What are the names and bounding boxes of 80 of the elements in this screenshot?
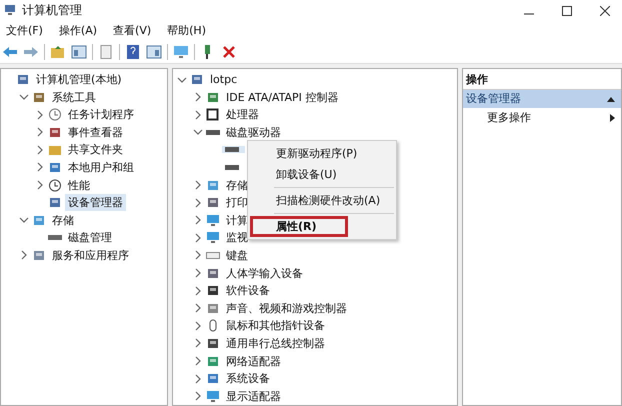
menu-item[interactable]: 帮助(H) <box>167 22 206 38</box>
device-icon <box>206 178 220 192</box>
device-icon <box>48 160 62 174</box>
device-icon <box>206 372 220 386</box>
device-icon <box>32 90 46 104</box>
device-icon <box>206 354 220 368</box>
drive-icon <box>225 164 239 170</box>
device-icon <box>206 196 220 210</box>
tree-item[interactable]: 网络适配器 <box>223 352 284 370</box>
tree-item[interactable]: 处理器 <box>223 106 262 124</box>
monitor-icon <box>206 390 220 403</box>
clock-icon <box>48 178 62 192</box>
app-icon <box>4 4 16 16</box>
tree-item[interactable]: 通用串行总线控制器 <box>223 334 328 352</box>
pane-icon[interactable] <box>146 44 162 60</box>
tree-item[interactable]: lotpc <box>207 72 240 88</box>
monitor-icon <box>206 231 220 244</box>
tree-item[interactable]: 鼠标和其他指针设备 <box>223 317 328 334</box>
drive-icon <box>48 235 62 240</box>
pane-icon[interactable] <box>71 44 87 60</box>
device-icon <box>206 90 220 104</box>
context-menu-item[interactable]: 扫描检测硬件改动(A) <box>250 190 396 211</box>
tree-item[interactable]: 磁盘管理 <box>65 229 115 246</box>
monitor-icon <box>206 214 220 227</box>
device-icon <box>206 336 220 350</box>
menu-item[interactable]: 操作(A) <box>58 22 98 38</box>
device-icon <box>16 73 30 86</box>
tree-item[interactable]: 服务和应用程序 <box>49 246 132 264</box>
tree-item[interactable]: 磁盘驱动器 <box>223 124 284 141</box>
device-icon <box>206 284 220 298</box>
drive-icon <box>206 130 220 135</box>
chip-icon <box>206 108 220 122</box>
folder-up-icon[interactable] <box>50 44 66 60</box>
device-icon <box>206 266 220 280</box>
tree-item[interactable]: 键盘 <box>223 246 251 264</box>
tree-item[interactable]: 计算机管理(本地) <box>33 71 125 88</box>
tree-item[interactable] <box>222 146 245 154</box>
context-menu-item[interactable]: 属性(R) <box>250 216 348 237</box>
close-icon[interactable] <box>600 6 610 16</box>
device-icon <box>48 196 62 210</box>
collapse-arrow-icon[interactable] <box>607 96 615 102</box>
folder-icon <box>48 143 62 156</box>
drive-icon <box>225 147 239 152</box>
tree-item[interactable]: 系统工具 <box>49 88 99 106</box>
maximize-icon[interactable] <box>562 6 572 16</box>
device-icon <box>32 248 46 262</box>
clock-icon <box>48 108 62 122</box>
tree-item[interactable]: 共享文件夹 <box>65 141 126 158</box>
context-menu-item[interactable]: 卸载设备(U) <box>250 164 396 185</box>
tree-item[interactable]: 存储 <box>223 176 251 194</box>
tree-item[interactable]: 设备管理器 <box>65 194 126 212</box>
menu-item[interactable]: 查看(V) <box>113 22 152 38</box>
action-item[interactable]: 更多操作 <box>463 108 621 128</box>
delete-icon[interactable] <box>221 44 237 60</box>
device-icon <box>190 73 204 86</box>
tree-item[interactable]: 系统设备 <box>223 370 273 388</box>
tree-item[interactable]: 性能 <box>65 176 93 194</box>
device-icon <box>48 126 62 139</box>
monitor-icon[interactable] <box>173 44 189 60</box>
tree-item[interactable]: 声音、视频和游戏控制器 <box>223 300 350 317</box>
tree-item[interactable]: 任务计划程序 <box>65 106 137 124</box>
device-icon <box>32 214 46 227</box>
window-title: 计算机管理 <box>22 4 82 16</box>
tree-item[interactable]: 存储 <box>49 212 77 229</box>
document-icon[interactable] <box>98 44 114 60</box>
help-icon[interactable] <box>125 44 141 60</box>
tree-item[interactable]: IDE ATA/ATAPI 控制器 <box>223 88 342 106</box>
tree-item[interactable]: 软件设备 <box>223 282 273 300</box>
submenu-arrow-icon <box>610 114 615 122</box>
tree-item[interactable]: 显示适配器 <box>223 388 284 405</box>
tree-item[interactable]: 监视 <box>223 229 251 246</box>
device-icon <box>206 302 220 315</box>
tree-item[interactable]: 本地用户和组 <box>65 158 137 176</box>
context-menu-item[interactable]: 更新驱动程序(P) <box>250 143 396 164</box>
tree-item[interactable]: 事件查看器 <box>65 124 126 141</box>
actions-section[interactable]: 设备管理器 <box>463 90 621 108</box>
tree-item[interactable]: 计算 <box>223 212 251 229</box>
tree-item[interactable]: 打印 <box>223 194 251 212</box>
tree-item[interactable]: 人体学输入设备 <box>223 264 306 282</box>
menu-item[interactable]: 文件(F) <box>6 22 43 38</box>
